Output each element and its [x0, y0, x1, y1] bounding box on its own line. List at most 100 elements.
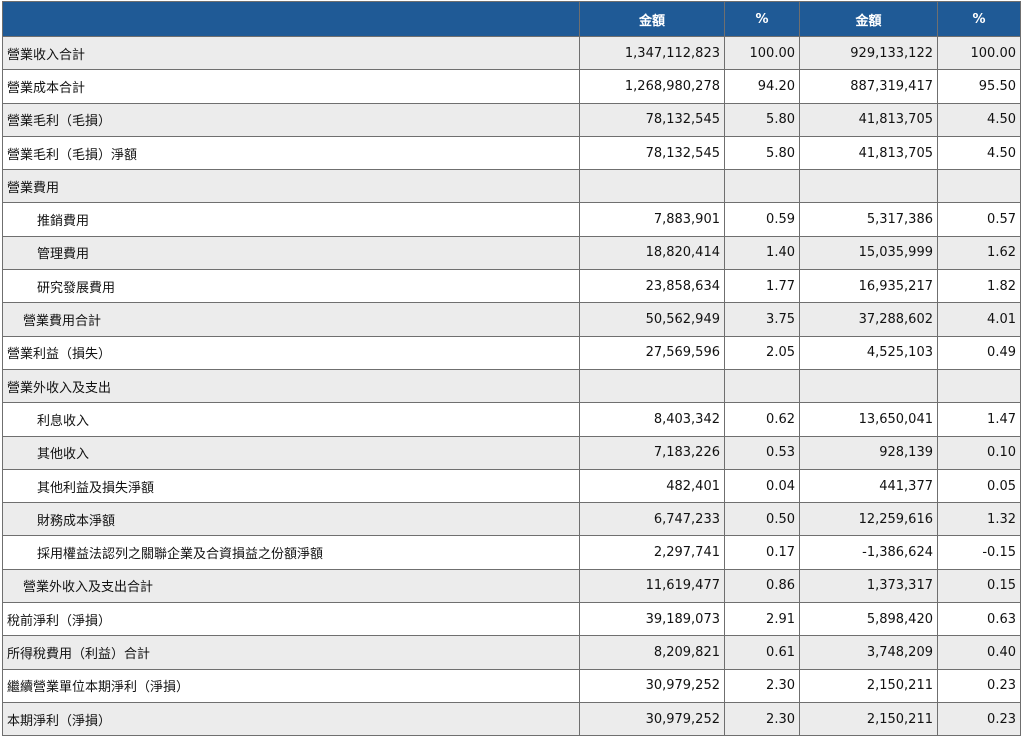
amount-current-cell: 2,297,741	[579, 535, 725, 570]
amount-prior-cell	[799, 169, 938, 204]
table-row: 其他收入 7,183,226 0.53 928,139 0.10	[2, 435, 1021, 470]
pct-prior-cell: 0.40	[937, 635, 1021, 670]
amount-current-cell: 50,562,949	[579, 302, 725, 337]
pct-prior-cell: -0.15	[937, 535, 1021, 570]
row-label: 研究發展費用	[2, 269, 580, 304]
amount-prior-cell: 887,319,417	[799, 69, 938, 104]
pct-current-cell: 0.50	[724, 502, 800, 537]
table-row: 管理費用 18,820,414 1.40 15,035,999 1.62	[2, 235, 1021, 271]
pct-prior-cell: 95.50	[937, 69, 1021, 104]
pct-current-cell: 3.75	[724, 302, 800, 337]
pct-current-cell: 1.40	[724, 235, 800, 271]
row-label: 繼續營業單位本期淨利（淨損）	[2, 668, 580, 703]
pct-prior-cell: 1.47	[937, 402, 1021, 437]
amount-prior-cell: 1,373,317	[799, 568, 938, 604]
income-statement-table: 金額 % 金額 % 營業收入合計 1,347,112,823 100.00 929,1…	[2, 1, 1021, 737]
pct-prior-cell: 0.05	[937, 468, 1021, 504]
income-statement: 金額 % 金額 % 營業收入合計 1,347,112,823 100.00 929,1…	[2, 1, 1021, 737]
pct-prior-cell: 100.00	[937, 35, 1021, 71]
amount-current-cell: 482,401	[579, 468, 725, 504]
row-label: 營業費用合計	[2, 302, 580, 337]
row-label: 其他收入	[2, 435, 580, 470]
amount-current-cell: 11,619,477	[579, 568, 725, 604]
table-row: 所得稅費用（利益）合計 8,209,821 0.61 3,748,209 0.40	[2, 635, 1021, 670]
header-pct-current: %	[724, 1, 800, 37]
table-row: 營業外收入及支出	[2, 368, 1021, 404]
table-row: 營業外收入及支出合計 11,619,477 0.86 1,373,317 0.15	[2, 568, 1021, 604]
row-label: 本期淨利（淨損）	[2, 701, 580, 737]
pct-prior-cell: 0.23	[937, 668, 1021, 703]
amount-prior-cell: 12,259,616	[799, 502, 938, 537]
row-label: 稅前淨利（淨損）	[2, 602, 580, 637]
amount-prior-cell: 441,377	[799, 468, 938, 504]
amount-prior-cell: 3,748,209	[799, 635, 938, 670]
amount-current-cell: 27,569,596	[579, 335, 725, 370]
amount-prior-cell: 41,813,705	[799, 102, 938, 137]
row-label: 營業外收入及支出	[2, 368, 580, 404]
table-row: 營業費用合計 50,562,949 3.75 37,288,602 4.01	[2, 302, 1021, 337]
pct-prior-cell: 0.15	[937, 568, 1021, 604]
amount-current-cell: 30,979,252	[579, 668, 725, 703]
pct-current-cell: 2.30	[724, 668, 800, 703]
pct-current-cell: 0.17	[724, 535, 800, 570]
amount-prior-cell: 2,150,211	[799, 701, 938, 737]
amount-prior-cell: 5,898,420	[799, 602, 938, 637]
pct-prior-cell: 0.49	[937, 335, 1021, 370]
amount-prior-cell: 2,150,211	[799, 668, 938, 703]
header-pct-prior: %	[937, 1, 1021, 37]
pct-prior-cell	[937, 169, 1021, 204]
row-label: 採用權益法認列之關聯企業及合資損益之份額淨額	[2, 535, 580, 570]
pct-current-cell: 0.53	[724, 435, 800, 470]
pct-prior-cell: 0.63	[937, 602, 1021, 637]
header-amount-current: 金額	[579, 1, 725, 37]
table-row: 推銷費用 7,883,901 0.59 5,317,386 0.57	[2, 202, 1021, 237]
header-label-cell	[2, 1, 580, 37]
amount-current-cell: 39,189,073	[579, 602, 725, 637]
table-row: 稅前淨利（淨損） 39,189,073 2.91 5,898,420 0.63	[2, 602, 1021, 637]
row-label: 營業毛利（毛損）	[2, 102, 580, 137]
amount-prior-cell: 37,288,602	[799, 302, 938, 337]
amount-prior-cell: 5,317,386	[799, 202, 938, 237]
amount-current-cell: 6,747,233	[579, 502, 725, 537]
row-label: 財務成本淨額	[2, 502, 580, 537]
row-label: 利息收入	[2, 402, 580, 437]
pct-prior-cell: 1.62	[937, 235, 1021, 271]
row-label: 營業費用	[2, 169, 580, 204]
row-label: 營業收入合計	[2, 35, 580, 71]
pct-current-cell: 0.59	[724, 202, 800, 237]
pct-prior-cell: 4.01	[937, 302, 1021, 337]
table-row: 營業費用	[2, 169, 1021, 204]
amount-current-cell: 8,209,821	[579, 635, 725, 670]
pct-current-cell: 5.80	[724, 102, 800, 137]
amount-prior-cell: 929,133,122	[799, 35, 938, 71]
table-row: 營業毛利（毛損）淨額 78,132,545 5.80 41,813,705 4.50	[2, 135, 1021, 171]
table-row: 營業毛利（毛損） 78,132,545 5.80 41,813,705 4.50	[2, 102, 1021, 137]
row-label: 營業成本合計	[2, 69, 580, 104]
amount-current-cell: 78,132,545	[579, 102, 725, 137]
pct-current-cell: 0.61	[724, 635, 800, 670]
pct-current-cell: 2.30	[724, 701, 800, 737]
amount-prior-cell: -1,386,624	[799, 535, 938, 570]
table-row: 繼續營業單位本期淨利（淨損） 30,979,252 2.30 2,150,211 0.2…	[2, 668, 1021, 703]
pct-prior-cell: 4.50	[937, 135, 1021, 171]
pct-current-cell: 0.86	[724, 568, 800, 604]
amount-prior-cell: 13,650,041	[799, 402, 938, 437]
pct-current-cell: 1.77	[724, 269, 800, 304]
pct-prior-cell: 0.57	[937, 202, 1021, 237]
amount-current-cell: 1,347,112,823	[579, 35, 725, 71]
table-row: 利息收入 8,403,342 0.62 13,650,041 1.47	[2, 402, 1021, 437]
header-amount-prior: 金額	[799, 1, 938, 37]
amount-prior-cell: 4,525,103	[799, 335, 938, 370]
table-row: 其他利益及損失淨額 482,401 0.04 441,377 0.05	[2, 468, 1021, 504]
amount-prior-cell: 16,935,217	[799, 269, 938, 304]
pct-current-cell	[724, 368, 800, 404]
amount-prior-cell	[799, 368, 938, 404]
pct-current-cell: 2.05	[724, 335, 800, 370]
row-label: 營業外收入及支出合計	[2, 568, 580, 604]
row-label: 管理費用	[2, 235, 580, 271]
amount-current-cell	[579, 368, 725, 404]
pct-prior-cell: 4.50	[937, 102, 1021, 137]
pct-prior-cell: 1.82	[937, 269, 1021, 304]
amount-current-cell: 7,883,901	[579, 202, 725, 237]
table-row: 研究發展費用 23,858,634 1.77 16,935,217 1.82	[2, 269, 1021, 304]
